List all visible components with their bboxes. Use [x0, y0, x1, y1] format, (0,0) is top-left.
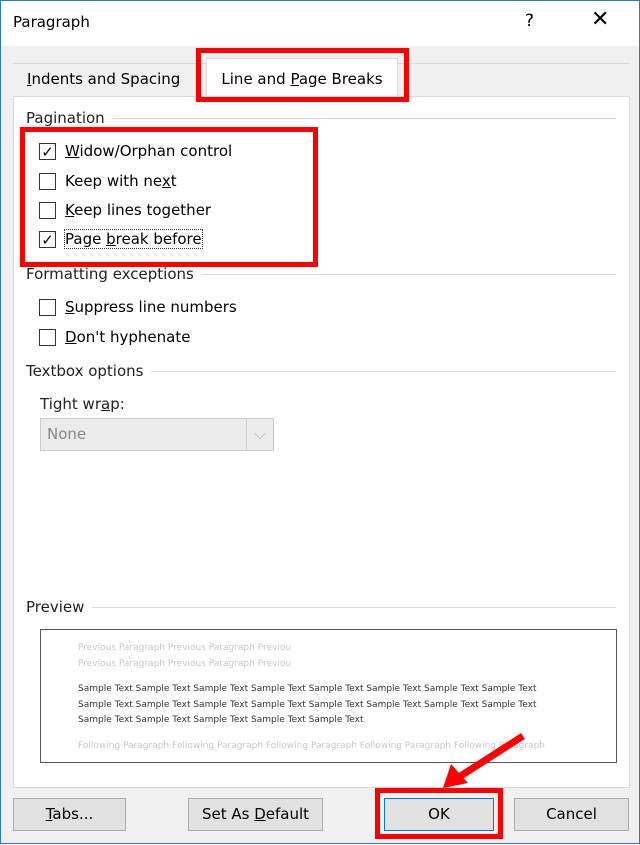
paragraph-dialog: Paragraph ? ✕ Indents and Spacing Line a…: [0, 0, 640, 844]
red-arrow-icon: [443, 733, 525, 788]
